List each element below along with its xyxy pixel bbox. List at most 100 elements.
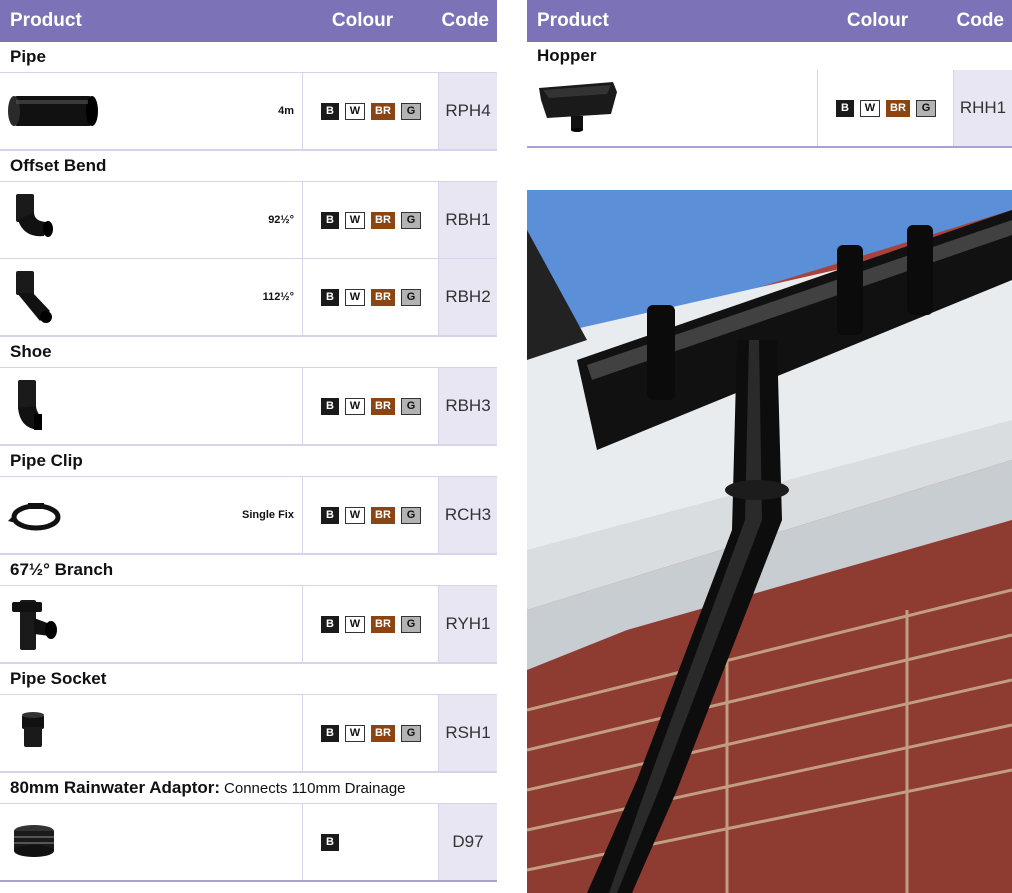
colour-options: B W BR G [302, 73, 439, 149]
adaptor-title: 80mm Rainwater Adaptor: [10, 778, 221, 797]
adaptor-icon [6, 812, 106, 872]
product-spec: 92½° [268, 214, 294, 226]
section-offset-bend: Offset Bend [0, 151, 497, 182]
table-row: B W BR G RYH1 [0, 586, 497, 664]
product-code: RHH1 [954, 70, 1012, 146]
product-cell: 92½° [0, 182, 302, 258]
swatch-black: B [321, 211, 339, 229]
hopper-icon [533, 78, 633, 138]
swatch-black: B [321, 288, 339, 306]
shoe-icon [6, 376, 106, 436]
section-pipe-clip: Pipe Clip [0, 446, 497, 477]
colour-options: B W BR G [302, 259, 439, 335]
product-code: RYH1 [439, 586, 497, 662]
table-row: 112½° B W BR G RBH2 [0, 259, 497, 337]
offset-bend-112-icon [6, 267, 106, 327]
swatch-white: W [345, 102, 365, 120]
table-row: 4m B W BR G RPH4 [0, 73, 497, 151]
product-cell [0, 368, 302, 444]
swatch-black: B [321, 833, 339, 851]
section-adaptor: 80mm Rainwater Adaptor: Connects 110mm D… [0, 773, 497, 804]
left-product-table: Product Colour Code Pipe 4m B W BR G RPH… [0, 0, 497, 882]
photo-illustration [527, 190, 1012, 893]
section-branch: 67½° Branch [0, 555, 497, 586]
swatch-brown: BR [371, 397, 395, 415]
product-cell: Single Fix [0, 477, 302, 553]
swatch-white: W [345, 397, 365, 415]
swatch-grey: G [401, 288, 421, 306]
swatch-white: W [345, 506, 365, 524]
table-header: Product Colour Code [0, 0, 497, 42]
header-colour: Colour [846, 10, 909, 31]
section-pipe: Pipe [0, 42, 497, 73]
pipe-icon [6, 81, 106, 141]
product-code: RSH1 [439, 695, 497, 771]
swatch-white: W [345, 211, 365, 229]
swatch-brown: BR [371, 102, 395, 120]
adaptor-note: Connects 110mm Drainage [224, 779, 406, 797]
swatch-white: W [345, 288, 365, 306]
colour-options: B W BR G [302, 586, 439, 662]
swatch-black: B [321, 615, 339, 633]
swatch-grey: G [401, 211, 421, 229]
product-code: RPH4 [439, 73, 497, 149]
swatch-black: B [836, 99, 854, 117]
branch-icon [6, 594, 106, 654]
swatch-grey: G [401, 397, 421, 415]
product-code: RCH3 [439, 477, 497, 553]
table-row: B W BR G RBH3 [0, 368, 497, 446]
swatch-brown: BR [371, 211, 395, 229]
table-row: B D97 [0, 804, 497, 882]
table-row: B W BR G RSH1 [0, 695, 497, 773]
colour-options: B W BR G [817, 70, 954, 146]
section-shoe: Shoe [0, 337, 497, 368]
swatch-grey: G [401, 615, 421, 633]
product-code: RBH3 [439, 368, 497, 444]
table-header: Product Colour Code [527, 0, 1012, 42]
header-product: Product [537, 10, 609, 31]
product-cell [0, 586, 302, 662]
product-spec: 112½° [262, 291, 294, 303]
swatch-grey: G [401, 724, 421, 742]
header-colour: Colour [331, 10, 394, 31]
pipe-socket-icon [6, 703, 106, 763]
swatch-brown: BR [371, 506, 395, 524]
product-cell [527, 70, 817, 146]
swatch-brown: BR [371, 288, 395, 306]
colour-options: B [302, 804, 439, 880]
product-spec: Single Fix [242, 509, 294, 521]
header-code: Code [441, 10, 490, 31]
colour-options: B W BR G [302, 477, 439, 553]
section-pipe-socket: Pipe Socket [0, 664, 497, 695]
section-hopper: Hopper [537, 46, 597, 65]
table-row: Single Fix B W BR G RCH3 [0, 477, 497, 555]
product-code: RBH2 [439, 259, 497, 335]
table-row: B W BR G RHH1 [527, 70, 1012, 148]
swatch-white: W [345, 724, 365, 742]
swatch-black: B [321, 397, 339, 415]
colour-options: B W BR G [302, 695, 439, 771]
colour-options: B W BR G [302, 182, 439, 258]
offset-bend-92-icon [6, 190, 106, 250]
swatch-white: W [860, 99, 880, 117]
product-code: RBH1 [439, 182, 497, 258]
pipe-clip-icon [6, 485, 106, 545]
swatch-white: W [345, 615, 365, 633]
product-cell: 4m [0, 73, 302, 149]
swatch-black: B [321, 102, 339, 120]
product-cell [0, 804, 302, 880]
product-code: D97 [439, 804, 497, 880]
swatch-black: B [321, 506, 339, 524]
product-cell: 112½° [0, 259, 302, 335]
product-spec: 4m [278, 105, 294, 117]
swatch-grey: G [401, 102, 421, 120]
swatch-brown: BR [371, 615, 395, 633]
gutter-downpipe-photo [527, 190, 1012, 893]
swatch-brown: BR [371, 724, 395, 742]
swatch-brown: BR [886, 99, 910, 117]
swatch-black: B [321, 724, 339, 742]
product-cell [0, 695, 302, 771]
header-product: Product [10, 10, 82, 31]
swatch-grey: G [401, 506, 421, 524]
table-row: 92½° B W BR G RBH1 [0, 182, 497, 259]
